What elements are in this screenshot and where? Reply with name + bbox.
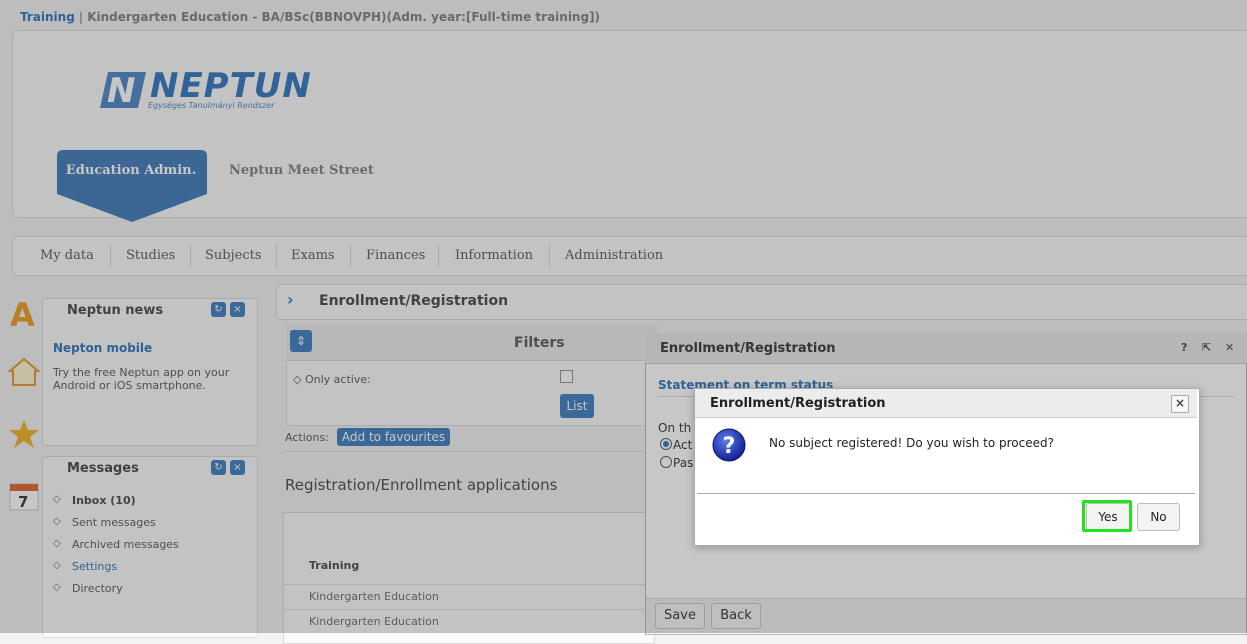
no-button[interactable]: No — [1137, 503, 1180, 531]
svg-text:?: ? — [723, 434, 736, 459]
divider — [697, 493, 1195, 494]
question-icon: ? — [712, 428, 746, 462]
confirm-message: No subject registered! Do you wish to pr… — [769, 436, 1054, 450]
confirm-dialog-title: Enrollment/Registration — [710, 396, 886, 411]
yes-button-highlight — [1082, 500, 1132, 532]
close-icon[interactable]: × — [1171, 395, 1189, 413]
